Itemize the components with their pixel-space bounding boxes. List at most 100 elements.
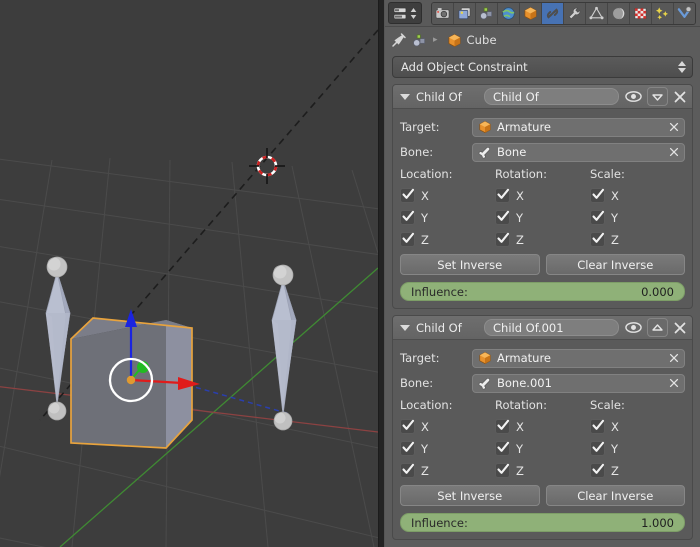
rotation-x-checkbox[interactable]: X [495,186,590,205]
area-splitter[interactable] [378,0,385,547]
constraint-panel: Child Of Child Of.001 Target: Armature B… [392,315,693,540]
bone-field[interactable]: Bone.001 [472,373,685,393]
clear-x-icon[interactable] [668,352,680,364]
scale-y-checkbox[interactable]: Y [590,208,685,227]
tab-constraints[interactable] [542,2,564,24]
move-constraint-up-button[interactable] [647,318,668,337]
tab-particles[interactable] [652,2,674,24]
cube-icon [448,33,461,47]
location-z-checkbox[interactable]: Z [400,461,495,480]
rotation-column: Rotation: X Y Z [495,167,590,252]
object-properties-icon[interactable] [412,33,427,48]
influence-value: 1.000 [641,515,674,530]
location-x-checkbox[interactable]: X [400,417,495,436]
rotation-z-checkbox[interactable]: Z [495,461,590,480]
axis-label: X [421,188,429,203]
tab-object-data[interactable] [586,2,608,24]
scale-x-checkbox[interactable]: X [590,186,685,205]
scale-z-checkbox[interactable]: Z [590,230,685,249]
breadcrumb-object-name: Cube [466,33,497,47]
bone-field[interactable]: Bone [472,142,685,162]
set-inverse-button[interactable]: Set Inverse [400,254,540,275]
axis-label: Y [516,210,524,225]
checkbox-box [495,419,510,434]
checkbox-box [495,210,510,225]
axis-label: Z [611,232,619,247]
axis-label: Y [611,441,619,456]
chevron-up-icon [652,323,663,331]
3d-viewport[interactable] [0,0,378,547]
checkbox-box [590,188,605,203]
tab-texture[interactable] [630,2,652,24]
constraint-header[interactable]: Child Of Child Of [393,85,692,109]
scale-x-checkbox[interactable]: X [590,417,685,436]
checkbox-box [495,463,510,478]
tab-render-layers[interactable] [454,2,476,24]
constraint-type-label: Child Of [416,320,462,335]
location-z-checkbox[interactable]: Z [400,230,495,249]
rotation-z-checkbox[interactable]: Z [495,230,590,249]
bone-row: Bone: Bone [400,142,685,162]
constraint-body: Target: Armature [393,340,692,539]
expand-collapse-icon[interactable] [400,93,410,100]
constraint-header[interactable]: Child Of Child Of.001 [393,316,692,340]
editor-type-selector[interactable] [388,2,422,24]
tab-modifiers[interactable] [564,2,586,24]
checkbox-box [400,441,415,456]
sphere-icon [612,6,625,20]
constraint-name-field[interactable]: Child Of [484,88,619,105]
location-x-checkbox[interactable]: X [400,186,495,205]
constraint-header-icons [625,87,687,106]
tab-physics[interactable] [674,2,695,24]
checkbox-box [590,419,605,434]
target-value: Armature [497,351,551,365]
expand-collapse-icon[interactable] [400,324,410,331]
constraint-panel: Child Of Child Of Target: Armature Bone:… [392,84,693,309]
clear-x-icon[interactable] [668,377,680,389]
eye-icon[interactable] [625,321,642,334]
clear-x-icon[interactable] [668,146,680,158]
constraint-header-icons [625,318,687,337]
rotation-y-checkbox[interactable]: Y [495,439,590,458]
checkbox-box [400,188,415,203]
properties-header [385,0,700,27]
rotation-column: Rotation: X Y Z [495,398,590,483]
delete-constraint-button[interactable] [673,321,687,335]
constraint-name-field[interactable]: Child Of.001 [484,319,619,336]
transform-channels-grid: Location: X Y Z Rotation: X Y Z Scale: X… [400,398,685,483]
checkbox-box [400,232,415,247]
bone-icon [478,146,491,159]
clear-inverse-button[interactable]: Clear Inverse [545,485,685,506]
target-field[interactable]: Armature [472,117,685,137]
inverse-button-row: Set Inverse Clear Inverse [400,485,685,506]
tab-world[interactable] [498,2,520,24]
check-icon [592,419,605,430]
tab-scene[interactable] [476,2,498,24]
target-field[interactable]: Armature [472,348,685,368]
tab-object[interactable] [520,2,542,24]
influence-slider[interactable]: Influence: 1.000 [400,513,685,532]
delete-constraint-button[interactable] [673,90,687,104]
axis-label: X [516,419,524,434]
set-inverse-button[interactable]: Set Inverse [400,485,540,506]
target-label: Target: [400,120,440,134]
cube-icon [524,6,537,20]
chain-link-icon [546,7,559,19]
tab-material[interactable] [608,2,630,24]
scale-z-checkbox[interactable]: Z [590,461,685,480]
rotation-y-checkbox[interactable]: Y [495,208,590,227]
physics-icon [677,5,692,18]
move-constraint-down-button[interactable] [647,87,668,106]
clear-inverse-button[interactable]: Clear Inverse [545,254,685,275]
eye-icon[interactable] [625,90,642,103]
clear-x-icon[interactable] [668,121,680,133]
add-object-constraint-dropdown[interactable]: Add Object Constraint [392,56,693,78]
pin-icon[interactable] [391,32,407,48]
scale-y-checkbox[interactable]: Y [590,439,685,458]
influence-slider[interactable]: Influence: 0.000 [400,282,685,301]
location-y-checkbox[interactable]: Y [400,439,495,458]
tab-render[interactable] [432,2,454,24]
location-y-checkbox[interactable]: Y [400,208,495,227]
location-title: Location: [400,167,453,181]
rotation-x-checkbox[interactable]: X [495,417,590,436]
